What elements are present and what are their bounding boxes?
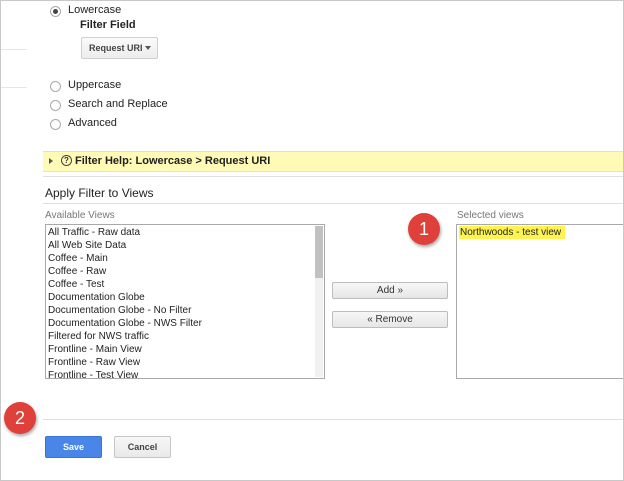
- radio-advanced-label: Advanced: [68, 117, 117, 129]
- filter-help-text: Filter Help: Lowercase > Request URI: [75, 155, 271, 167]
- section-divider: [43, 419, 623, 420]
- list-item[interactable]: Documentation Globe - No Filter: [48, 304, 312, 317]
- radio-search-and-replace-label: Search and Replace: [68, 98, 168, 110]
- list-item[interactable]: All Traffic - Raw data: [48, 226, 312, 239]
- list-item[interactable]: Northwoods - test view: [459, 226, 566, 239]
- callout-badge-1: 1: [408, 213, 440, 245]
- list-item[interactable]: Coffee - Test: [48, 278, 312, 291]
- list-item[interactable]: Documentation Globe: [48, 291, 312, 304]
- cancel-button[interactable]: Cancel: [114, 436, 171, 458]
- available-views-list[interactable]: All Traffic - Raw data All Web Site Data…: [45, 224, 325, 379]
- add-view-button[interactable]: Add »: [332, 282, 448, 299]
- filter-help-bar[interactable]: ? Filter Help: Lowercase > Request URI: [43, 151, 623, 172]
- radio-search-and-replace[interactable]: [50, 100, 61, 111]
- list-item[interactable]: Frontline - Raw View: [48, 356, 312, 369]
- list-item[interactable]: Frontline - Test View: [48, 369, 312, 378]
- filter-field-value: Request URI: [89, 43, 143, 53]
- callout-badge-2: 2: [4, 402, 36, 434]
- list-item[interactable]: Documentation Globe - NWS Filter: [48, 317, 312, 330]
- radio-lowercase-label: Lowercase: [68, 4, 122, 16]
- radio-advanced[interactable]: [50, 119, 61, 130]
- list-item[interactable]: Filtered for NWS traffic: [48, 330, 312, 343]
- selected-views-label: Selected views: [457, 210, 524, 221]
- question-circle-icon: ?: [61, 155, 72, 166]
- list-item[interactable]: Coffee - Raw: [48, 265, 312, 278]
- section-divider: [43, 203, 623, 204]
- filter-editor-panel: Lowercase Filter Field Request URI Upper…: [0, 0, 624, 481]
- expand-triangle-icon[interactable]: [49, 158, 53, 164]
- available-views-label: Available Views: [45, 210, 115, 221]
- list-item[interactable]: Coffee - Main: [48, 252, 312, 265]
- remove-view-button[interactable]: « Remove: [332, 311, 448, 328]
- left-nav-edge: [1, 1, 27, 151]
- scrollbar-thumb[interactable]: [315, 226, 323, 278]
- save-button[interactable]: Save: [45, 436, 102, 458]
- selected-views-list[interactable]: Northwoods - test view: [456, 224, 623, 379]
- filter-field-label: Filter Field: [80, 19, 136, 31]
- chevron-down-icon: [145, 46, 151, 50]
- radio-uppercase-label: Uppercase: [68, 79, 122, 91]
- list-item[interactable]: Frontline - Main View: [48, 343, 312, 356]
- section-divider: [43, 176, 623, 177]
- filter-field-dropdown[interactable]: Request URI: [81, 37, 158, 59]
- list-item[interactable]: All Web Site Data: [48, 239, 312, 252]
- list-scrollbar[interactable]: [315, 226, 323, 377]
- apply-filter-title: Apply Filter to Views: [45, 186, 154, 200]
- radio-uppercase[interactable]: [50, 81, 61, 92]
- radio-lowercase[interactable]: [50, 6, 61, 17]
